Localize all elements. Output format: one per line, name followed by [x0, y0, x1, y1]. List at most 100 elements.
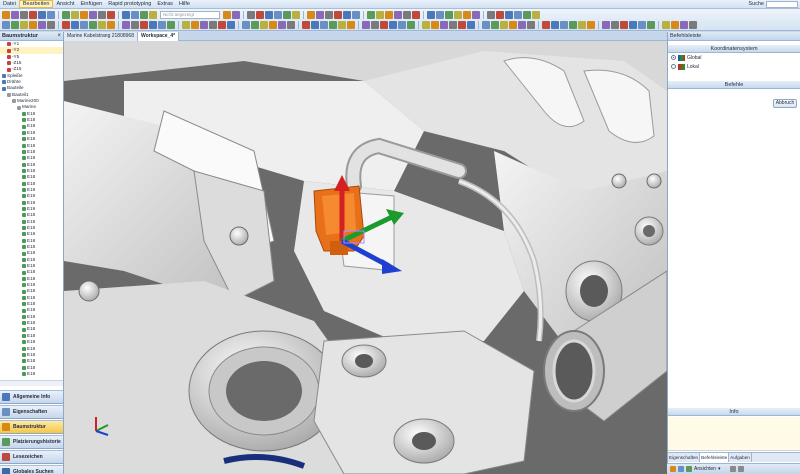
toolbar-button-icon[interactable]	[307, 11, 315, 19]
toolbar-button-icon[interactable]	[167, 21, 175, 29]
tree-view[interactable]: -Y1 -Y2 -Y5 -Z15 -Z15 Spleiße Drähte Bauteile Ba…	[0, 41, 63, 380]
right-panel-tab[interactable]: Befehlsleiste	[700, 453, 730, 462]
toolbar-button-icon[interactable]	[620, 21, 628, 29]
toolbar-button-icon[interactable]	[122, 11, 130, 19]
toolbar-button-icon[interactable]	[371, 21, 379, 29]
toolbar-button-icon[interactable]	[445, 11, 453, 19]
views-label[interactable]: Ansichten	[694, 466, 716, 472]
toolbar-button-icon[interactable]	[80, 21, 88, 29]
menu-item[interactable]: Bearbeiten	[18, 0, 54, 8]
toolbar-button-icon[interactable]	[311, 21, 319, 29]
toolbar-button-icon[interactable]	[527, 21, 535, 29]
toolbar-button-icon[interactable]	[385, 11, 393, 19]
toolbar-button-icon[interactable]	[500, 21, 508, 29]
toolbar-button-icon[interactable]	[260, 21, 268, 29]
toolbar-button-icon[interactable]	[89, 21, 97, 29]
toolbar-button-icon[interactable]	[412, 11, 420, 19]
nav-button[interactable]: Eigenschaften	[0, 405, 63, 419]
toolbar-button-icon[interactable]	[47, 21, 55, 29]
toolbar-button-icon[interactable]	[98, 11, 106, 19]
toolbar-button-icon[interactable]	[380, 21, 388, 29]
toolbar-button-icon[interactable]	[662, 21, 670, 29]
toolbar-button-icon[interactable]	[491, 21, 499, 29]
toolbar-button-icon[interactable]	[242, 21, 250, 29]
toolbar-button-icon[interactable]	[514, 11, 522, 19]
toolbar-button-icon[interactable]	[149, 11, 157, 19]
toolbar-button-icon[interactable]	[472, 11, 480, 19]
toolbar-button-icon[interactable]	[29, 21, 37, 29]
toolbar-button-icon[interactable]	[542, 21, 550, 29]
toolbar-button-icon[interactable]	[62, 11, 70, 19]
toolbar-button-icon[interactable]	[389, 21, 397, 29]
toolbar-button-icon[interactable]	[2, 11, 10, 19]
toolbar-button-icon[interactable]	[274, 11, 282, 19]
toolbar-button-icon[interactable]	[602, 21, 610, 29]
toolbar-button-icon[interactable]	[347, 21, 355, 29]
toolbar-button-icon[interactable]	[487, 11, 495, 19]
toolbar-button-icon[interactable]	[2, 21, 10, 29]
selected-connector[interactable]	[313, 185, 365, 255]
toolbar-button-icon[interactable]	[458, 21, 466, 29]
toolbar-button-icon[interactable]	[38, 21, 46, 29]
radio-button[interactable]	[671, 55, 676, 60]
toolbar-button-icon[interactable]	[505, 11, 513, 19]
menu-item[interactable]: Ansicht	[53, 0, 77, 8]
toolbar-button-icon[interactable]	[62, 21, 70, 29]
camera-icon[interactable]	[686, 466, 692, 472]
toolbar-button-icon[interactable]	[227, 21, 235, 29]
toolbar-button-icon[interactable]	[394, 11, 402, 19]
zoom-in-icon[interactable]	[738, 466, 745, 472]
toolbar-button-icon[interactable]	[140, 21, 148, 29]
toolbar-button-icon[interactable]	[532, 11, 540, 19]
toolbar-button-icon[interactable]	[256, 11, 264, 19]
close-icon[interactable]: ×	[57, 32, 61, 41]
toolbar-button-icon[interactable]	[638, 21, 646, 29]
toolbar-button-icon[interactable]	[287, 21, 295, 29]
toolbar-button-icon[interactable]	[218, 21, 226, 29]
toolbar-button-icon[interactable]	[569, 21, 577, 29]
layers-icon[interactable]	[670, 466, 676, 472]
toolbar-button-icon[interactable]	[71, 11, 79, 19]
toolbar-button-icon[interactable]	[302, 21, 310, 29]
menu-item[interactable]: Rapid prototyping	[105, 0, 154, 8]
toolbar-button-icon[interactable]	[251, 21, 259, 29]
toolbar-button-icon[interactable]	[265, 11, 273, 19]
abort-button[interactable]: Abbruch	[773, 99, 797, 108]
toolbar-button-icon[interactable]	[629, 21, 637, 29]
tree-item[interactable]: E18	[0, 371, 63, 377]
toolbar-button-icon[interactable]	[20, 11, 28, 19]
toolbar-button-icon[interactable]	[209, 21, 217, 29]
toolbar-button-icon[interactable]	[680, 21, 688, 29]
toolbar-button-icon[interactable]	[407, 21, 415, 29]
nav-button[interactable]: Platzierungshistorie	[0, 435, 63, 449]
toolbar-button-icon[interactable]	[278, 21, 286, 29]
toolbar-button-icon[interactable]	[431, 21, 439, 29]
toolbar-button-icon[interactable]	[482, 21, 490, 29]
toolbar-button-icon[interactable]	[518, 21, 526, 29]
menu-item[interactable]: Extras	[154, 0, 176, 8]
toolbar-button-icon[interactable]	[29, 11, 37, 19]
toolbar-button-icon[interactable]	[71, 21, 79, 29]
menu-item[interactable]: Hilfe	[176, 0, 193, 8]
toolbar-button-icon[interactable]	[107, 11, 115, 19]
toolbar-button-icon[interactable]	[611, 21, 619, 29]
toolbar-button-icon[interactable]	[320, 21, 328, 29]
toolbar-button-icon[interactable]	[551, 21, 559, 29]
document-tab[interactable]: Marine Kabelstrang 21808968	[64, 32, 138, 41]
toolbar-button-icon[interactable]	[467, 21, 475, 29]
toolbar-button-icon[interactable]	[38, 11, 46, 19]
toolbar-button-icon[interactable]	[247, 11, 255, 19]
toolbar-button-icon[interactable]	[587, 21, 595, 29]
nav-button[interactable]: Baumstruktur	[0, 420, 63, 434]
toolbar-button-icon[interactable]	[223, 11, 231, 19]
toolbar-button-icon[interactable]	[283, 11, 291, 19]
toolbar-button-icon[interactable]	[329, 21, 337, 29]
nav-button[interactable]: Globales Suchen	[0, 465, 63, 474]
toolbar-button-icon[interactable]	[440, 21, 448, 29]
toolbar-button-icon[interactable]	[98, 21, 106, 29]
toolbar-button-icon[interactable]	[122, 21, 130, 29]
toolbar-button-icon[interactable]	[292, 11, 300, 19]
toolbar-button-icon[interactable]	[509, 21, 517, 29]
toolbar-button-icon[interactable]	[523, 11, 531, 19]
toolbar-button-icon[interactable]	[47, 11, 55, 19]
